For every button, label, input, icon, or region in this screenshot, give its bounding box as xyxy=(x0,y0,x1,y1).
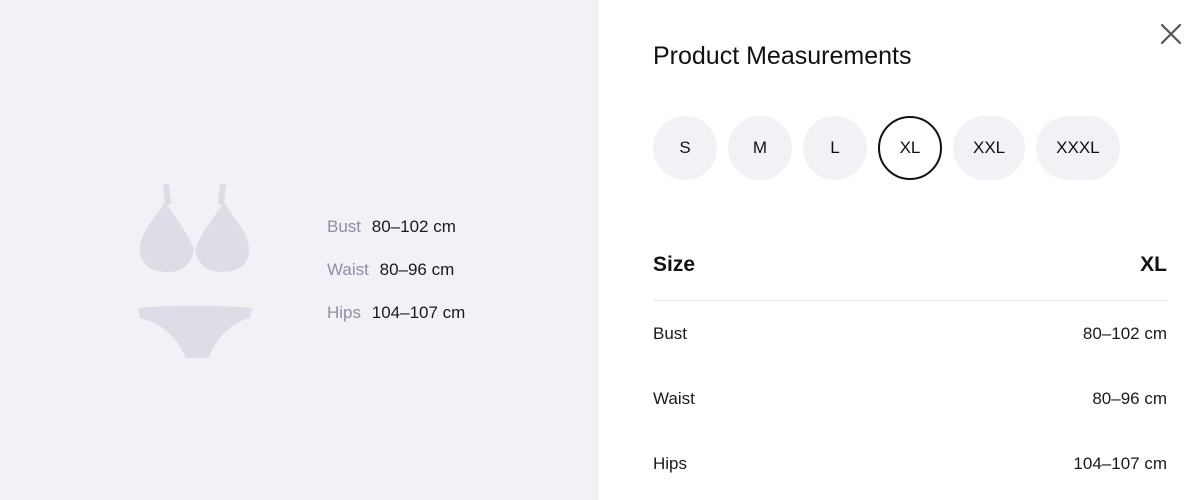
summary-bust-label: Bust xyxy=(327,217,362,236)
size-option-xxxl[interactable]: XXXL xyxy=(1036,116,1120,180)
row-value-bust: 80–102 cm xyxy=(1082,323,1167,343)
summary-hips-label: Hips xyxy=(327,303,362,322)
close-icon xyxy=(1160,23,1182,45)
measurements-dialog: Product Measurements S M L XL XXL XXXL S… xyxy=(599,0,1195,500)
summary-waist-label: Waist xyxy=(327,260,369,279)
row-value-hips: 104–107 cm xyxy=(1073,453,1167,473)
bikini-silhouette-icon xyxy=(138,184,252,358)
table-row: Bust 80–102 cm xyxy=(653,301,1167,366)
dialog-title: Product Measurements xyxy=(653,42,912,70)
table-row: Waist 80–96 cm xyxy=(653,366,1167,431)
size-option-xxl[interactable]: XXL xyxy=(953,116,1026,180)
size-option-m[interactable]: M xyxy=(728,116,792,180)
table-header-value: XL xyxy=(1140,253,1167,276)
size-option-s[interactable]: S xyxy=(653,116,717,180)
measurements-table: Size XL Bust 80–102 cm Waist 80–96 cm Hi… xyxy=(653,230,1167,496)
illustration-panel: Bust 80–102 cm Waist 80–96 cm Hips 104–1… xyxy=(0,0,599,500)
size-option-xl[interactable]: XL xyxy=(878,116,942,180)
summary-waist: Waist 80–96 cm xyxy=(327,259,465,302)
summary-bust-value: 80–102 cm xyxy=(371,217,456,236)
summary-hips-value: 104–107 cm xyxy=(371,303,466,322)
size-option-l[interactable]: L xyxy=(803,116,867,180)
row-label-waist: Waist xyxy=(653,388,695,408)
row-label-hips: Hips xyxy=(653,453,688,473)
size-selector: S M L XL XXL XXXL xyxy=(653,116,1120,180)
summary-waist-value: 80–96 cm xyxy=(379,260,455,279)
row-label-bust: Bust xyxy=(653,323,688,343)
row-value-waist: 80–96 cm xyxy=(1092,388,1167,408)
summary-measurements: Bust 80–102 cm Waist 80–96 cm Hips 104–1… xyxy=(327,216,465,345)
table-row: Hips 104–107 cm xyxy=(653,431,1167,496)
close-button[interactable] xyxy=(1159,22,1183,46)
summary-hips: Hips 104–107 cm xyxy=(327,302,465,345)
summary-bust: Bust 80–102 cm xyxy=(327,216,465,259)
table-header-label: Size xyxy=(653,253,696,276)
table-header: Size XL xyxy=(653,230,1167,301)
